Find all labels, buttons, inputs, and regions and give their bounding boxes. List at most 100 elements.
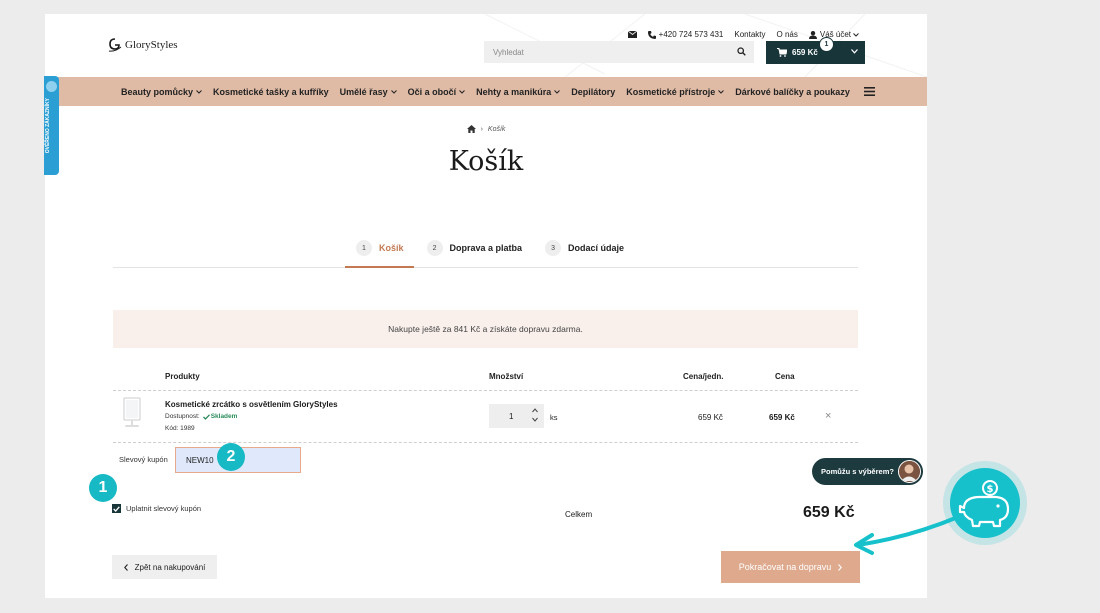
main-navigation: Beauty pomůcky Kosmetické tašky a kufřík… [45, 77, 927, 106]
table-divider [113, 390, 858, 391]
annotation-marker-1: 1 [89, 474, 117, 502]
total-value: 659 Kč [803, 504, 855, 521]
column-header-unit-price: Cena/jedn. [683, 372, 724, 381]
free-shipping-info: Nakupte ještě za 841 Kč a získáte doprav… [113, 310, 858, 348]
search-icon[interactable] [737, 47, 746, 56]
nav-item-label: Umělé řasy [339, 86, 388, 97]
annotation-marker-2: 2 [217, 443, 245, 471]
verified-by-customers-badge[interactable]: OVĚŘENO ZÁKAZNÍKY [44, 76, 59, 175]
total-label: Celkem [565, 510, 593, 519]
nav-item-label: Depilátory [571, 86, 616, 97]
quantity-value: 1 [509, 411, 514, 421]
remove-item-icon[interactable]: × [825, 410, 831, 422]
nav-item-gifts[interactable]: Dárkové balíčky a poukazy [735, 87, 850, 97]
chevron-down-icon [554, 89, 561, 94]
continue-button-label: Pokračovat na dopravu [738, 562, 832, 572]
nav-item-label: Dárkové balíčky a poukazy [735, 86, 850, 97]
step-label: Košík [379, 243, 404, 253]
increase-quantity-icon[interactable] [532, 408, 538, 413]
nav-item-depilators[interactable]: Depilátory [571, 87, 615, 97]
logo[interactable]: GloryStyles [107, 37, 178, 53]
nav-item-label: Oči a obočí [407, 86, 457, 97]
chevron-down-icon [196, 89, 202, 94]
account-menu[interactable]: Váš účet [808, 30, 859, 39]
step-shipping[interactable]: 2 Doprava a platba [416, 240, 534, 256]
shop-page: +420 724 573 431 Kontakty O nás Váš účet… [45, 14, 927, 598]
chevron-right-icon [838, 563, 843, 571]
coupon-label: Slevový kupón [119, 455, 168, 464]
chevron-down-icon [718, 89, 725, 94]
step-number: 1 [356, 240, 372, 256]
chevron-down-icon [390, 89, 397, 94]
phone-link[interactable]: +420 724 573 431 [647, 30, 724, 39]
quantity-stepper[interactable]: 1 [489, 404, 544, 428]
check-icon [202, 413, 210, 420]
chat-label: Pomůžu s výběrem? [821, 467, 894, 476]
nav-item-lashes[interactable]: Umělé řasy [340, 87, 397, 97]
nav-item-beauty[interactable]: Beauty pomůcky [121, 87, 202, 97]
nav-item-label: Kosmetické přístroje [626, 86, 716, 97]
back-to-shopping-button[interactable]: Zpět na nakupování [112, 555, 217, 579]
verified-badge-icon [46, 81, 57, 92]
breadcrumb-current: Košík [487, 125, 506, 133]
svg-text:$: $ [987, 484, 994, 495]
chevron-down-icon [459, 89, 466, 94]
table-divider [113, 442, 858, 443]
search-input[interactable]: Vyhledat [484, 41, 754, 63]
verified-badge-text: OVĚŘENO ZÁKAZNÍKY [45, 98, 51, 154]
continue-to-shipping-button[interactable]: Pokračovat na dopravu [721, 551, 860, 583]
product-image[interactable] [121, 397, 143, 429]
quantity-unit: ks [550, 413, 558, 422]
product-name[interactable]: Kosmetické zrcátko s osvětlením GlorySty… [165, 400, 338, 409]
step-number: 3 [545, 240, 562, 256]
chevron-down-icon [853, 32, 859, 37]
availability-value: Skladem [210, 413, 238, 420]
line-total: 659 Kč [769, 413, 795, 422]
decrease-quantity-icon[interactable] [532, 417, 538, 422]
search-placeholder: Vyhledat [493, 47, 524, 57]
annotation-arrow [854, 515, 960, 555]
logo-icon [108, 38, 122, 52]
step-cart[interactable]: 1 Košík [345, 240, 415, 256]
checkbox-checked-icon[interactable] [112, 504, 121, 513]
cart-count-badge: 1 [820, 38, 833, 51]
cart-button[interactable]: 659 Kč 1 [766, 38, 865, 64]
chevron-left-icon [123, 563, 128, 571]
column-header-quantity: Množství [489, 372, 524, 381]
apply-coupon-checkbox[interactable]: Uplatnit slevový kupón [112, 504, 201, 513]
nav-item-label: Nehty a manikúra [476, 86, 552, 97]
about-link[interactable]: O nás [777, 30, 798, 39]
apply-coupon-label: Uplatnit slevový kupón [126, 504, 202, 513]
coupon-value: NEW10 [186, 455, 214, 465]
logo-text: GloryStyles [125, 39, 178, 51]
chevron-down-icon[interactable] [851, 49, 858, 54]
unit-price: 659 Kč [698, 413, 723, 422]
cart-icon [777, 48, 787, 57]
column-header-product: Produkty [165, 372, 200, 381]
chat-help-button[interactable]: Pomůžu s výběrem? [812, 458, 923, 485]
chat-agent-avatar [898, 460, 921, 483]
active-step-indicator [345, 266, 414, 268]
hamburger-menu-icon[interactable] [861, 87, 875, 96]
availability-label: Dostupnost: [165, 413, 200, 420]
piggy-bank-icon: $ [950, 468, 1020, 538]
page-title: Košík [448, 146, 524, 177]
back-button-label: Zpět na nakupování [134, 562, 206, 572]
step-label: Doprava a platba [449, 243, 523, 253]
contacts-link[interactable]: Kontakty [734, 30, 765, 39]
nav-item-label: Kosmetické tašky a kufříky [213, 86, 329, 97]
email-icon[interactable] [627, 31, 637, 38]
step-delivery-details[interactable]: 3 Dodací údaje [534, 240, 635, 256]
step-label: Dodací údaje [568, 243, 625, 253]
cart-total: 659 Kč [792, 48, 818, 57]
availability-status: Skladem [202, 413, 238, 420]
steps-divider [113, 267, 858, 268]
phone-number: +420 724 573 431 [658, 30, 724, 39]
home-icon[interactable] [466, 125, 476, 133]
nav-item-nails[interactable]: Nehty a manikúra [476, 86, 561, 97]
user-icon [808, 30, 817, 39]
nav-item-bags[interactable]: Kosmetické tašky a kufříky [213, 87, 329, 97]
nav-item-devices[interactable]: Kosmetické přístroje [626, 86, 725, 97]
column-header-price: Cena [775, 372, 795, 381]
nav-item-eyes[interactable]: Oči a obočí [408, 87, 466, 97]
